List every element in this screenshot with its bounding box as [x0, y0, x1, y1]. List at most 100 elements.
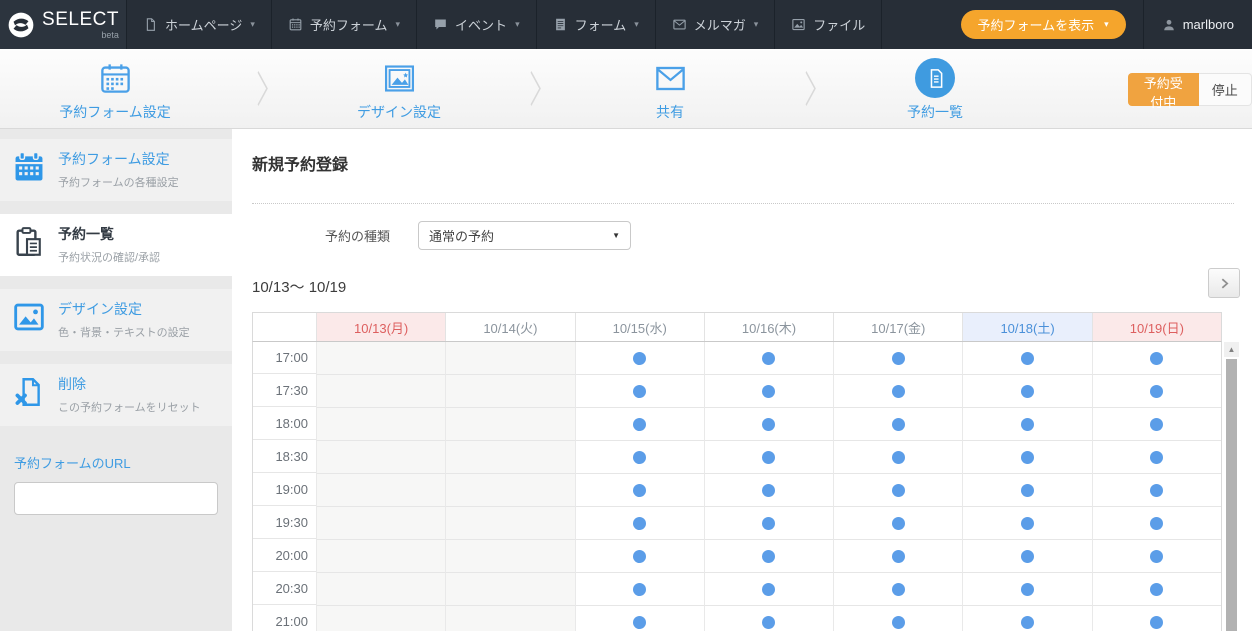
step-share[interactable]: 共有: [585, 58, 755, 122]
available-slot-dot[interactable]: [1150, 616, 1163, 629]
available-slot-dot[interactable]: [633, 517, 646, 530]
sidebar-item-delete[interactable]: 削除この予約フォームをリセット: [0, 364, 232, 426]
slot-cell[interactable]: [962, 342, 1091, 375]
available-slot-dot[interactable]: [1150, 583, 1163, 596]
reservation-type-select[interactable]: 通常の予約 ▼: [418, 221, 631, 250]
slot-cell[interactable]: [575, 408, 704, 441]
slot-cell[interactable]: [704, 441, 833, 474]
slot-cell[interactable]: [1092, 474, 1221, 507]
available-slot-dot[interactable]: [762, 484, 775, 497]
app-logo[interactable]: SELECT beta: [0, 0, 127, 49]
slot-cell[interactable]: [1092, 573, 1221, 606]
available-slot-dot[interactable]: [892, 451, 905, 464]
slot-cell[interactable]: [704, 606, 833, 631]
slot-cell[interactable]: [1092, 540, 1221, 573]
slot-cell[interactable]: [962, 540, 1091, 573]
available-slot-dot[interactable]: [892, 517, 905, 530]
available-slot-dot[interactable]: [762, 616, 775, 629]
slot-cell[interactable]: [962, 441, 1091, 474]
slot-cell[interactable]: [704, 408, 833, 441]
slot-cell[interactable]: [1092, 408, 1221, 441]
available-slot-dot[interactable]: [1021, 451, 1034, 464]
available-slot-dot[interactable]: [892, 418, 905, 431]
slot-cell[interactable]: [962, 573, 1091, 606]
slot-cell[interactable]: [575, 375, 704, 408]
slot-cell[interactable]: [1092, 441, 1221, 474]
slot-cell[interactable]: [833, 474, 962, 507]
available-slot-dot[interactable]: [633, 418, 646, 431]
step-design-settings[interactable]: デザイン設定: [314, 58, 484, 122]
available-slot-dot[interactable]: [762, 451, 775, 464]
nav-menu-form[interactable]: フォーム▾: [537, 0, 656, 49]
available-slot-dot[interactable]: [762, 517, 775, 530]
available-slot-dot[interactable]: [762, 352, 775, 365]
available-slot-dot[interactable]: [1021, 616, 1034, 629]
available-slot-dot[interactable]: [1150, 451, 1163, 464]
slot-cell[interactable]: [833, 507, 962, 540]
step-form-settings[interactable]: 予約フォーム設定: [30, 58, 200, 122]
slot-cell[interactable]: [962, 474, 1091, 507]
slot-cell[interactable]: [833, 606, 962, 631]
slot-cell[interactable]: [704, 474, 833, 507]
available-slot-dot[interactable]: [1021, 550, 1034, 563]
slot-cell[interactable]: [575, 441, 704, 474]
available-slot-dot[interactable]: [1150, 484, 1163, 497]
available-slot-dot[interactable]: [762, 583, 775, 596]
slot-cell[interactable]: [704, 573, 833, 606]
slot-cell[interactable]: [704, 540, 833, 573]
nav-menu-reservation-form[interactable]: 予約フォーム▾: [272, 0, 417, 49]
next-week-button[interactable]: [1208, 268, 1240, 298]
available-slot-dot[interactable]: [633, 484, 646, 497]
available-slot-dot[interactable]: [892, 550, 905, 563]
available-slot-dot[interactable]: [1021, 517, 1034, 530]
nav-menu-event[interactable]: イベント▾: [417, 0, 537, 49]
show-reservation-form-button[interactable]: 予約フォームを表示 ▾: [961, 10, 1126, 39]
available-slot-dot[interactable]: [1150, 352, 1163, 365]
table-scrollbar[interactable]: ▲: [1224, 342, 1239, 631]
available-slot-dot[interactable]: [633, 550, 646, 563]
available-slot-dot[interactable]: [1021, 418, 1034, 431]
available-slot-dot[interactable]: [1021, 583, 1034, 596]
available-slot-dot[interactable]: [892, 352, 905, 365]
slot-cell[interactable]: [962, 507, 1091, 540]
available-slot-dot[interactable]: [633, 583, 646, 596]
sidebar-item-form-settings[interactable]: 予約フォーム設定予約フォームの各種設定: [0, 139, 232, 201]
available-slot-dot[interactable]: [633, 352, 646, 365]
sidebar-item-design-settings[interactable]: デザイン設定色・背景・テキストの設定: [0, 289, 232, 351]
available-slot-dot[interactable]: [1021, 484, 1034, 497]
slot-cell[interactable]: [704, 507, 833, 540]
slot-cell[interactable]: [1092, 606, 1221, 631]
available-slot-dot[interactable]: [633, 616, 646, 629]
slot-cell[interactable]: [833, 408, 962, 441]
available-slot-dot[interactable]: [1150, 550, 1163, 563]
slot-cell[interactable]: [575, 507, 704, 540]
sidebar-item-reservation-list[interactable]: 予約一覧予約状況の確認/承認: [0, 214, 232, 276]
slot-cell[interactable]: [575, 474, 704, 507]
available-slot-dot[interactable]: [1021, 352, 1034, 365]
available-slot-dot[interactable]: [1150, 385, 1163, 398]
available-slot-dot[interactable]: [1021, 385, 1034, 398]
nav-menu-mail-magazine[interactable]: メルマガ▾: [656, 0, 776, 49]
slot-cell[interactable]: [962, 375, 1091, 408]
scrollbar-thumb[interactable]: [1226, 359, 1237, 631]
slot-cell[interactable]: [1092, 342, 1221, 375]
slot-cell[interactable]: [962, 408, 1091, 441]
available-slot-dot[interactable]: [892, 484, 905, 497]
scroll-up-button[interactable]: ▲: [1224, 342, 1239, 357]
slot-cell[interactable]: [704, 375, 833, 408]
accepting-reservations-button[interactable]: 予約受付中: [1128, 73, 1199, 106]
nav-menu-homepage[interactable]: ホームページ▾: [127, 0, 272, 49]
available-slot-dot[interactable]: [762, 550, 775, 563]
user-menu[interactable]: marlboro: [1143, 0, 1252, 49]
slot-cell[interactable]: [575, 540, 704, 573]
available-slot-dot[interactable]: [892, 385, 905, 398]
available-slot-dot[interactable]: [633, 385, 646, 398]
nav-menu-file[interactable]: ファイル: [775, 0, 882, 49]
slot-cell[interactable]: [575, 342, 704, 375]
available-slot-dot[interactable]: [762, 418, 775, 431]
available-slot-dot[interactable]: [1150, 418, 1163, 431]
slot-cell[interactable]: [833, 540, 962, 573]
slot-cell[interactable]: [833, 342, 962, 375]
slot-cell[interactable]: [1092, 507, 1221, 540]
available-slot-dot[interactable]: [892, 616, 905, 629]
